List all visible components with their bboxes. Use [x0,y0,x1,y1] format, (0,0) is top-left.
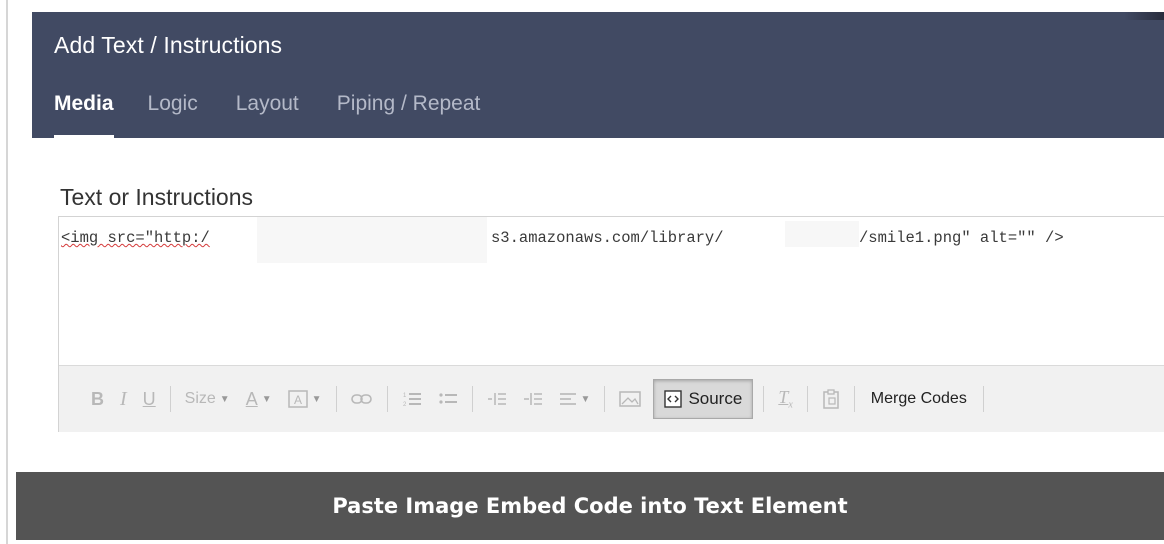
toolbar-separator [471,386,473,412]
tab-bar: Media Logic Layout Piping / Repeat [54,92,518,138]
bold-button[interactable]: B [83,379,112,419]
align-left-icon [559,393,576,405]
page-left-border [6,0,8,544]
code-fragment-start: <img src="http:/ [61,229,210,247]
underline-button[interactable]: U [135,379,164,419]
editor-toolbar: B I U Size ▼ A ▼ A ▼ 12 ▼ Source Tx Merg… [59,365,1164,432]
dialog-header: Add Text / Instructions Media Logic Layo… [32,12,1164,138]
toolbar-separator [386,386,388,412]
svg-text:2: 2 [403,402,407,408]
code-fragment-1: <img src="http:/ [61,229,210,247]
toolbar-separator [982,386,984,412]
numbered-list-button[interactable]: 12 [394,379,430,419]
text-color-icon: A [245,388,258,409]
align-dropdown[interactable]: ▼ [551,379,599,419]
code-fragment-3: /smile1.png" alt="" /> [859,229,1064,247]
increase-indent-button[interactable] [515,379,551,419]
toolbar-separator [335,386,337,412]
toolbar-separator [169,386,171,412]
source-button[interactable]: Source [653,379,754,419]
chevron-down-icon: ▼ [261,393,272,405]
decrease-indent-button[interactable] [479,379,515,419]
paste-button[interactable] [814,379,848,419]
outdent-icon [487,393,506,405]
link-button[interactable] [343,379,381,419]
font-size-dropdown[interactable]: Size ▼ [177,379,238,419]
background-color-button[interactable]: A ▼ [280,379,330,419]
rich-text-editor: <img src="http:/ s3.amazonaws.com/librar… [58,216,1164,432]
tab-media[interactable]: Media [54,92,114,138]
chevron-down-icon: ▼ [219,393,230,405]
toolbar-separator [604,386,606,412]
chevron-down-icon: ▼ [311,393,322,405]
bullet-list-icon [438,393,457,404]
redacted-folder-id [785,221,859,247]
caption-banner: Paste Image Embed Code into Text Element [16,472,1164,540]
insert-image-button[interactable] [611,379,649,419]
chevron-down-icon: ▼ [580,393,591,405]
tab-layout[interactable]: Layout [236,92,299,138]
toolbar-separator [806,386,808,412]
toolbar-separator [763,386,765,412]
source-code-area[interactable]: <img src="http:/ s3.amazonaws.com/librar… [59,217,1164,365]
image-icon [619,391,642,407]
toolbar-separator [853,386,855,412]
bullet-list-button[interactable] [430,379,466,419]
tab-logic[interactable]: Logic [148,92,198,138]
redacted-url-part [257,217,487,263]
source-label: Source [688,389,743,408]
dialog-title: Add Text / Instructions [54,32,283,58]
svg-text:1: 1 [403,393,407,399]
source-code-icon [664,390,683,408]
italic-button[interactable]: I [112,379,135,419]
text-color-button[interactable]: A ▼ [238,379,280,419]
tab-piping-repeat[interactable]: Piping / Repeat [337,92,481,138]
font-size-label: Size [184,390,216,407]
merge-codes-button[interactable]: Merge Codes [861,379,977,419]
numbered-list-icon: 12 [403,393,421,408]
caption-text: Paste Image Embed Code into Text Element [332,494,848,518]
background-color-icon: A [287,390,308,408]
clipboard-icon [823,389,839,409]
indent-icon [523,393,542,405]
header-shadow [1124,12,1164,20]
remove-format-icon: Tx [778,387,793,411]
svg-text:A: A [294,393,302,407]
code-fragment-2: s3.amazonaws.com/library/ [491,229,724,247]
text-instructions-label: Text or Instructions [60,184,254,210]
remove-format-button[interactable]: Tx [770,379,800,419]
link-icon [350,394,372,404]
